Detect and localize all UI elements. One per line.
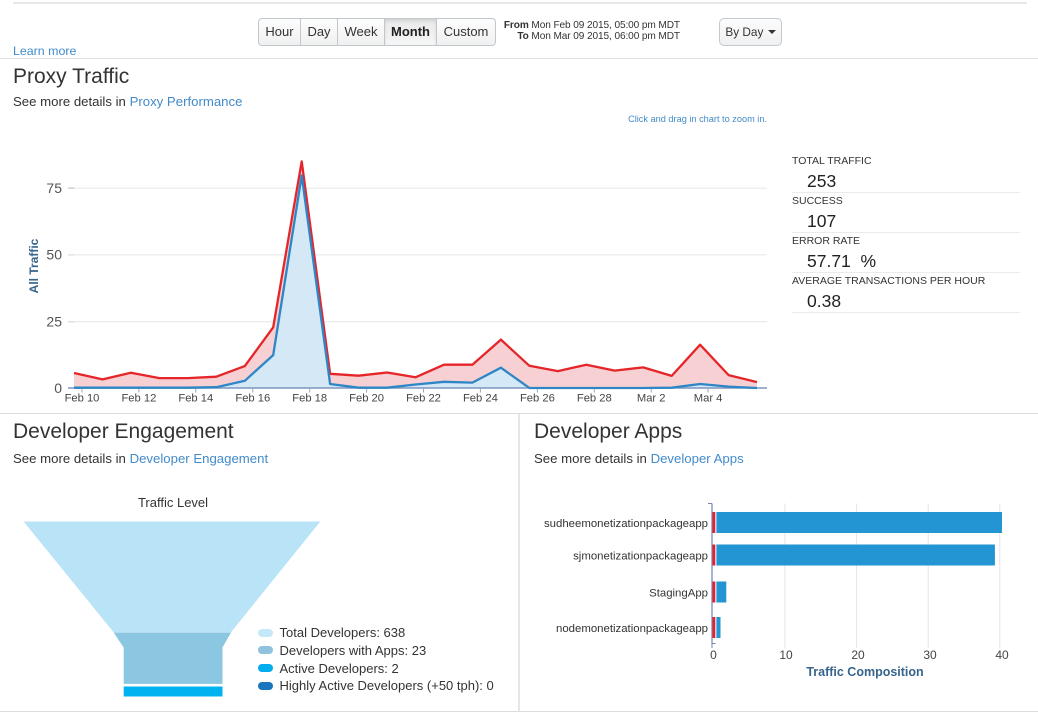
svg-text:30: 30 (923, 648, 937, 662)
svg-text:Traffic Composition: Traffic Composition (806, 665, 923, 679)
svg-text:20: 20 (851, 648, 865, 662)
svg-text:0: 0 (710, 648, 717, 662)
svg-text:10: 10 (779, 648, 793, 662)
svg-text:nodemonetizationpackageapp: nodemonetizationpackageapp (556, 623, 708, 635)
svg-text:sjmonetizationpackageapp: sjmonetizationpackageapp (573, 551, 708, 563)
svg-text:40: 40 (995, 648, 1009, 662)
svg-text:sudheemonetizationpackageapp: sudheemonetizationpackageapp (544, 518, 708, 530)
svg-text:StagingApp: StagingApp (649, 588, 708, 600)
